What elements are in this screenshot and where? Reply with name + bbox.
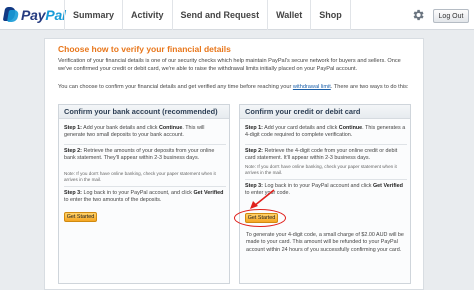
- card-panel-title: Confirm your credit or debit card: [240, 105, 410, 119]
- card-step-1: Step 1: Add your card details and click …: [245, 125, 406, 139]
- card-step-2: Step 2: Retrieve the 4-digit code from y…: [245, 148, 398, 162]
- card-fee-note: To generate your 4-digit code, a small c…: [246, 232, 404, 253]
- nav-summary[interactable]: Summary: [64, 0, 122, 30]
- divider: [64, 144, 226, 145]
- bank-step-3: Step 3: Log back in to your PayPal accou…: [64, 190, 224, 204]
- logout-button[interactable]: Log Out: [433, 9, 469, 23]
- nav-activity[interactable]: Activity: [122, 0, 172, 30]
- highlight-circle: [234, 209, 286, 227]
- bank-step-2: Step 2: Retrieve the amounts of your dep…: [64, 148, 215, 162]
- main-nav: Summary Activity Send and Request Wallet…: [64, 0, 351, 30]
- gear-icon[interactable]: [411, 8, 425, 22]
- page-title: Choose how to verify your financial deta…: [58, 44, 231, 54]
- card-note: Note: If you don't have online banking, …: [245, 164, 397, 176]
- bank-account-panel: Confirm your bank account (recommended) …: [58, 104, 230, 284]
- bank-note: Note: If you don't have online banking, …: [64, 171, 216, 183]
- top-navigation-bar: PayPal Summary Activity Send and Request…: [0, 0, 474, 30]
- divider: [245, 179, 407, 180]
- divider: [245, 144, 407, 145]
- nav-shop[interactable]: Shop: [310, 0, 351, 30]
- bank-get-started-button[interactable]: Get Started: [64, 212, 97, 222]
- nav-send-and-request[interactable]: Send and Request: [171, 0, 268, 30]
- intro-text: Verification of your financial details i…: [58, 58, 401, 72]
- withdrawal-limit-link[interactable]: withdrawal limit: [293, 84, 331, 90]
- bank-panel-title: Confirm your bank account (recommended): [59, 105, 229, 119]
- paypal-p-icon: [2, 7, 20, 23]
- bank-step-1: Step 1: Add your bank details and click …: [64, 125, 205, 139]
- paypal-wordmark: PayPal: [21, 7, 66, 23]
- paypal-logo[interactable]: PayPal: [2, 6, 66, 24]
- intro-text-2: You can choose to confirm your financial…: [58, 84, 409, 90]
- nav-wallet[interactable]: Wallet: [267, 0, 310, 30]
- divider: [64, 186, 226, 187]
